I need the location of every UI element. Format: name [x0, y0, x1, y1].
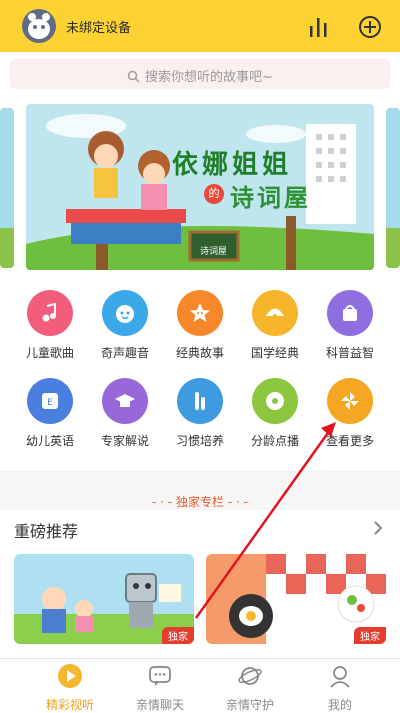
category-label: 经典故事 — [175, 346, 224, 360]
tab-label: 精彩视听 — [45, 698, 94, 712]
tab-label: 亲情聊天 — [135, 698, 184, 712]
chevron-right-icon[interactable] — [372, 520, 384, 540]
bag-icon — [327, 290, 373, 336]
baby-face-icon — [102, 290, 148, 336]
banner-carousel[interactable]: 依娜姐姐 的 诗词屋 诗词屋 — [26, 104, 374, 270]
category-english[interactable]: E 幼儿英语 — [13, 378, 87, 449]
music-note-icon — [27, 290, 73, 336]
device-status-label[interactable]: 未绑定设备 — [66, 17, 131, 36]
section-tag: - · - 独家专栏 - · - — [152, 495, 248, 509]
search-placeholder: 搜索你想听的故事吧~ — [145, 70, 273, 85]
recommend-card-1[interactable]: 独家 — [14, 554, 194, 644]
category-label: 科普益智 — [325, 346, 374, 360]
recommend-title: 重磅推荐 — [14, 522, 79, 541]
category-habits[interactable]: 习惯培养 — [163, 378, 237, 449]
section-tag-label: 独家专栏 — [175, 495, 224, 509]
category-label: 查看更多 — [325, 434, 374, 448]
category-expert-talks[interactable]: 专家解说 — [88, 378, 162, 449]
banner-title: 依娜姐姐 — [172, 150, 293, 180]
category-label: 儿童歌曲 — [25, 346, 74, 360]
bar-chart-icon[interactable] — [306, 14, 332, 40]
banner-subtitle: 诗词屋 — [230, 184, 311, 212]
chat-bubble-icon — [149, 666, 171, 686]
banner-next-peek[interactable] — [386, 108, 400, 268]
category-label: 专家解说 — [100, 434, 149, 448]
category-label: 习惯培养 — [175, 434, 224, 448]
search-input[interactable]: 搜索你想听的故事吧~ — [10, 59, 390, 89]
bottom-tab-bar: 精彩视听 亲情聊天 亲情守护 我的 — [0, 658, 400, 712]
banner-connector: 的 — [204, 184, 224, 204]
category-children-songs[interactable]: 儿童歌曲 — [13, 290, 87, 361]
tab-family-chat[interactable]: 亲情聊天 — [115, 663, 205, 713]
category-classic-stories[interactable]: 经典故事 — [163, 290, 237, 361]
toothbrush-icon — [177, 378, 223, 424]
disc-icon — [252, 378, 298, 424]
tab-label: 亲情守护 — [225, 698, 274, 712]
star-face-icon — [177, 290, 223, 336]
banner-board-text: 诗词屋 — [200, 247, 228, 257]
avatar[interactable] — [22, 9, 56, 43]
pinwheel-icon — [327, 378, 373, 424]
tab-label: 我的 — [327, 698, 352, 712]
planet-icon — [238, 667, 262, 685]
top-bar: 未绑定设备 — [0, 0, 400, 52]
abc-icon: E — [27, 378, 73, 424]
tab-me[interactable]: 我的 — [295, 663, 385, 713]
tab-featured[interactable]: 精彩视听 — [25, 663, 115, 713]
recommend-card-2[interactable]: 独家 — [206, 554, 386, 644]
svg-text:E: E — [47, 398, 53, 408]
category-science[interactable]: 科普益智 — [313, 290, 387, 361]
fan-icon — [252, 290, 298, 336]
category-see-more[interactable]: 查看更多 — [313, 378, 387, 449]
search-icon — [127, 70, 140, 87]
category-age-groups[interactable]: 分龄点播 — [238, 378, 312, 449]
category-fun-sounds[interactable]: 奇声趣音 — [88, 290, 162, 361]
play-circle-icon — [58, 664, 82, 688]
banner-prev-peek[interactable] — [0, 108, 14, 268]
plus-circle-icon[interactable] — [357, 14, 383, 40]
category-label: 幼儿英语 — [25, 434, 74, 448]
exclusive-badge: 独家 — [354, 627, 386, 644]
exclusive-badge: 独家 — [162, 627, 194, 644]
person-icon — [330, 666, 350, 688]
category-label: 分龄点播 — [250, 434, 299, 448]
graduation-cap-icon — [102, 378, 148, 424]
category-chinese-classics[interactable]: 国学经典 — [238, 290, 312, 361]
category-label: 奇声趣音 — [100, 346, 149, 360]
tab-family-guard[interactable]: 亲情守护 — [205, 663, 295, 713]
category-label: 国学经典 — [250, 346, 299, 360]
